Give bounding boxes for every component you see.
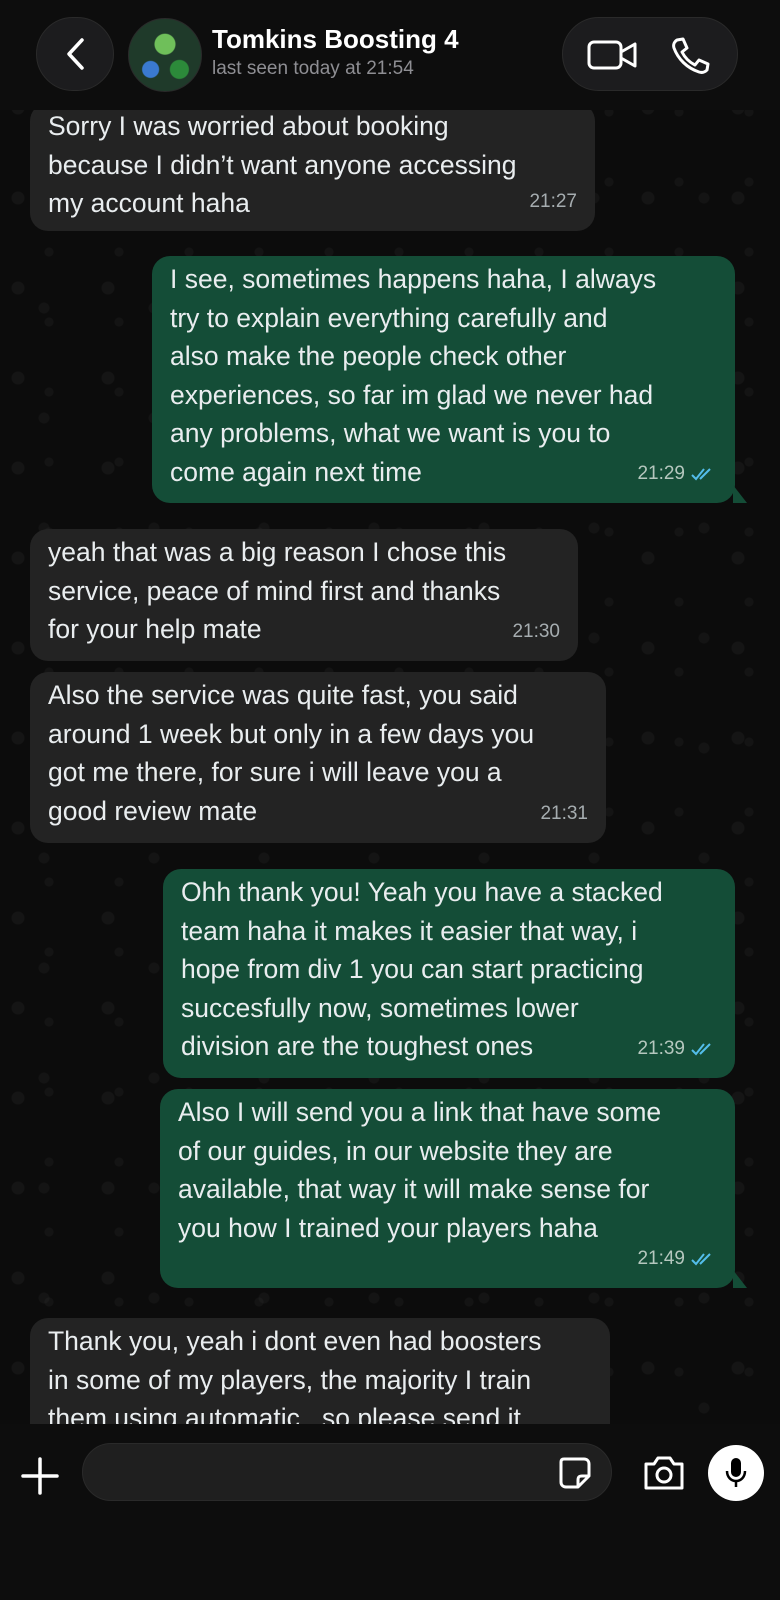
message-text: Also the service was quite fast, you sai… [48, 680, 535, 826]
message-text: Also I will send you a link that have so… [178, 1097, 662, 1243]
message-time: 21:27 [529, 190, 577, 212]
chevron-left-icon [67, 38, 84, 70]
message-incoming[interactable]: Sorry I was worried about booking becaus… [30, 103, 595, 231]
microphone-button[interactable] [708, 1445, 764, 1501]
message-outgoing[interactable]: Also I will send you a link that have so… [160, 1089, 735, 1288]
contact-name[interactable]: Tomkins Boosting 4 [212, 24, 459, 55]
plus-icon[interactable] [20, 1456, 60, 1496]
message-time: 21:31 [540, 802, 588, 824]
message-meta: 21:30 [512, 613, 560, 652]
back-button[interactable] [36, 17, 114, 91]
message-meta: 21:39 [637, 1030, 717, 1069]
phone-icon[interactable] [669, 36, 711, 74]
composer-bar [0, 1424, 780, 1600]
message-input[interactable] [82, 1443, 612, 1501]
message-time: 21:39 [637, 1037, 685, 1059]
message-meta: 21:29 [637, 455, 717, 494]
message-text: I see, sometimes happens haha, I always … [170, 264, 657, 487]
video-camera-icon[interactable] [587, 36, 639, 74]
message-meta: 21:27 [529, 183, 577, 222]
chat-header: Tomkins Boosting 4 last seen today at 21… [0, 0, 780, 110]
message-time: 21:29 [637, 462, 685, 484]
message-time: 21:49 [637, 1247, 685, 1269]
call-actions [562, 17, 738, 91]
message-text: yeah that was a big reason I chose this … [48, 537, 507, 644]
message-outgoing[interactable]: I see, sometimes happens haha, I always … [152, 256, 735, 503]
sticker-icon[interactable] [558, 1456, 592, 1490]
message-meta: 21:31 [540, 795, 588, 834]
message-time: 21:30 [512, 620, 560, 642]
camera-icon[interactable] [642, 1455, 686, 1491]
bubble-tail [733, 1270, 747, 1288]
message-meta: 21:49 [637, 1240, 717, 1279]
message-incoming[interactable]: yeah that was a big reason I chose this … [30, 529, 578, 661]
bubble-tail [733, 485, 747, 503]
read-ticks-icon [691, 1043, 711, 1056]
message-outgoing[interactable]: Ohh thank you! Yeah you have a stacked t… [163, 869, 735, 1078]
read-ticks-icon [691, 1253, 711, 1266]
message-text: Thank you, yeah i dont even had boosters… [48, 1326, 542, 1433]
message-incoming[interactable]: Also the service was quite fast, you sai… [30, 672, 606, 843]
microphone-icon [725, 1458, 747, 1487]
read-ticks-icon [691, 468, 711, 481]
message-text: Sorry I was worried about booking becaus… [48, 111, 517, 218]
last-seen-status: last seen today at 21:54 [212, 58, 414, 79]
avatar[interactable] [128, 18, 202, 92]
